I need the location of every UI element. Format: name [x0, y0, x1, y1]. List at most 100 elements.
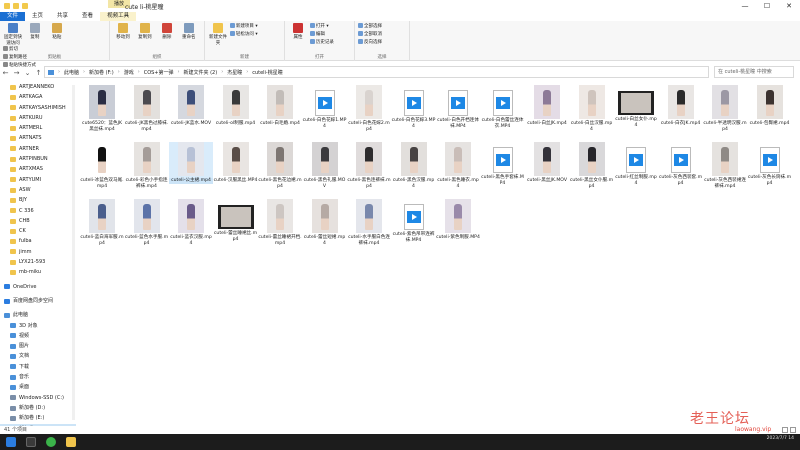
- breadcrumb-segment[interactable]: 新建文件夹 (2): [184, 69, 218, 76]
- file-item[interactable]: cuteli-半透明汉服.mp4: [703, 85, 747, 132]
- start-icon[interactable]: [6, 437, 16, 447]
- file-item[interactable]: cuteli-黑色连裤袜.mp4: [347, 142, 391, 189]
- breadcrumb-segment[interactable]: 游戏: [124, 69, 134, 76]
- easy-access-dropdown[interactable]: 轻松访问 ▾: [229, 31, 276, 39]
- file-item[interactable]: cuteli-白色花嫁1.MP4: [303, 85, 347, 129]
- file-item[interactable]: cuteli-白色开档连体袜.MP4: [436, 85, 480, 129]
- file-item[interactable]: cuteli-ol制服.mp4: [214, 85, 258, 127]
- file-item[interactable]: cuteli-白衣JK.mp4: [659, 85, 703, 127]
- file-item[interactable]: cuteli-JK蓝水.MOV: [169, 85, 213, 127]
- breadcrumb-segment[interactable]: 新加卷 (F:): [89, 69, 114, 76]
- properties-button[interactable]: 属性: [288, 23, 308, 40]
- file-item[interactable]: cuteli-白丝女仆.mp4: [614, 85, 658, 128]
- close-button[interactable]: ✕: [778, 0, 800, 12]
- sidebar-item[interactable]: ARTNER: [0, 144, 76, 154]
- tab-home[interactable]: 主页: [25, 12, 50, 21]
- file-item[interactable]: cuteli-蕾丝睡裙开档.mp4: [258, 199, 302, 246]
- file-item[interactable]: cuteli-白色花嫁3.MP4: [392, 85, 436, 129]
- sidebar-item[interactable]: mb-miku: [0, 267, 76, 277]
- clock[interactable]: 2023/7/7 14: [767, 436, 794, 441]
- sidebar-item[interactable]: BJY: [0, 195, 76, 205]
- sidebar-item[interactable]: ARTKAGA: [0, 92, 76, 102]
- select-none-button[interactable]: 全部取消: [358, 31, 406, 39]
- file-item[interactable]: cuteli-灰色长筒袜.mp4: [748, 142, 792, 186]
- file-item[interactable]: cuteli-蓝衣汉服.mp4: [169, 199, 213, 246]
- tab-file[interactable]: 文件: [0, 12, 26, 21]
- breadcrumb-segment[interactable]: 此电脑: [64, 69, 79, 76]
- sidebar-item[interactable]: ARTKURU: [0, 113, 76, 123]
- forward-arrow-icon[interactable]: →: [11, 69, 22, 77]
- recent-chevron-icon[interactable]: ⌄: [22, 69, 33, 77]
- pin-quick-access-button[interactable]: 固定到快速访问: [3, 23, 23, 46]
- sidebar-item[interactable]: 百度网盘同步空间: [0, 296, 76, 306]
- file-item[interactable]: cuteli-蕾丝睡裙丝.mp4: [214, 199, 258, 242]
- tab-video-tools[interactable]: 视频工具: [100, 12, 137, 21]
- file-item[interactable]: cuteli-黑丝JK.MOV: [525, 142, 569, 184]
- sidebar-item[interactable]: ARTMERL: [0, 123, 76, 133]
- file-item[interactable]: cuteli-灰色西装裙连裤袜.mp4: [703, 142, 747, 189]
- sidebar-item[interactable]: 新加卷 (D:): [0, 403, 76, 413]
- file-item[interactable]: cuteli-黑色花边裙.mp4: [258, 142, 302, 189]
- breadcrumb-separator[interactable]: ›: [118, 69, 120, 75]
- breadcrumb-separator[interactable]: ›: [178, 69, 180, 75]
- sidebar-item[interactable]: 文档: [0, 351, 76, 361]
- file-item[interactable]: cuteli-灰色西装套.mp4: [659, 142, 703, 186]
- file-item[interactable]: cuteli-黑色手套袜.MP4: [481, 142, 525, 186]
- breadcrumb-separator[interactable]: ›: [58, 69, 60, 75]
- sidebar-item[interactable]: ARTKAYSASHIMISH: [0, 103, 76, 113]
- sidebar-item[interactable]: ARTJEANNEKO: [0, 82, 76, 92]
- sidebar-item[interactable]: 视频: [0, 331, 76, 341]
- search-icon[interactable]: [26, 437, 36, 447]
- file-item[interactable]: cuteli-黑丝女仆服.mp4: [570, 142, 614, 189]
- breadcrumb-separator[interactable]: ›: [83, 69, 85, 75]
- file-item[interactable]: cute6520：蓝色JK黑丝袜.mp4: [80, 85, 124, 132]
- large-icons-view-icon[interactable]: [790, 427, 796, 433]
- rename-button[interactable]: 重命名: [179, 23, 199, 40]
- file-item[interactable]: cuteli-蕾丝短裙.mp4: [303, 199, 347, 246]
- sidebar-item[interactable]: 下载: [0, 362, 76, 372]
- sidebar-item[interactable]: 桌面: [0, 382, 76, 392]
- file-item[interactable]: cuteli-红丝制服.mp4: [614, 142, 658, 186]
- file-item[interactable]: cuteli-JK黑色过膝袜.mp4: [125, 85, 169, 132]
- breadcrumb[interactable]: › 此电脑 › 新加卷 (F:) › 游戏 › COS+第一弹 › 新建文件夹 (2) › 杰星瞳 › c…: [44, 66, 709, 78]
- sidebar-item[interactable]: CK: [0, 226, 76, 236]
- chrome-icon[interactable]: [46, 437, 56, 447]
- edit-button[interactable]: 编辑: [309, 31, 350, 39]
- file-explorer-icon[interactable]: [66, 437, 76, 447]
- history-button[interactable]: 历史记录: [309, 39, 350, 47]
- sidebar-item[interactable]: ARTXMAS: [0, 164, 76, 174]
- sidebar-item[interactable]: 新加卷 (E:): [0, 413, 76, 423]
- folder-icon[interactable]: [4, 3, 10, 9]
- file-item[interactable]: cuteli-黑色汉服.mp4: [392, 142, 436, 189]
- sidebar-item[interactable]: ASW: [0, 185, 76, 195]
- file-item[interactable]: cuteli-汉服黑丝.MP4: [214, 142, 258, 184]
- sidebar-item[interactable]: 音乐: [0, 372, 76, 382]
- new-folder-button[interactable]: 新建文件夹: [208, 23, 228, 46]
- open-dropdown[interactable]: 打开 ▾: [309, 23, 350, 31]
- minimize-button[interactable]: —: [734, 0, 756, 12]
- properties-icon[interactable]: [13, 3, 19, 9]
- search-input[interactable]: 在 cuteli-桃星瞳 中搜索: [714, 66, 794, 78]
- file-item[interactable]: cuteli-蓝色水手服.mp4: [125, 199, 169, 246]
- breadcrumb-segment[interactable]: COS+第一弹: [144, 69, 174, 76]
- breadcrumb-separator[interactable]: ›: [221, 69, 223, 75]
- sidebar-item[interactable]: Windows-SSD (C:): [0, 393, 76, 403]
- file-item[interactable]: cuteli-冰蓝色双马尾.mp4: [80, 142, 124, 189]
- sidebar-item[interactable]: 3D 对象: [0, 321, 76, 331]
- tab-view[interactable]: 查看: [75, 12, 100, 21]
- file-item[interactable]: cuteli-紫色吊带连裤袜.MP4: [392, 199, 436, 243]
- file-item[interactable]: cuteli-白丝汉服.mp4: [570, 85, 614, 132]
- sidebar-item[interactable]: OneDrive: [0, 282, 76, 292]
- cut-button[interactable]: 剪切: [3, 46, 43, 54]
- file-item[interactable]: cuteli-蓝白海军服.mp4: [80, 199, 124, 246]
- sidebar-item[interactable]: LYX21-593: [0, 257, 76, 267]
- back-arrow-icon[interactable]: ←: [0, 69, 11, 77]
- invert-selection-button[interactable]: 反向选择: [358, 39, 406, 47]
- file-item[interactable]: cuteli-包臀裙.mp4: [748, 85, 792, 127]
- breadcrumb-segment[interactable]: cuteli-桃星瞳: [252, 69, 283, 76]
- details-view-icon[interactable]: [782, 427, 788, 433]
- sidebar-scrollbar[interactable]: [72, 85, 75, 420]
- file-item[interactable]: cuteli-水手服白色连裤袜.mp4: [347, 199, 391, 246]
- sidebar-item[interactable]: ARTNATS: [0, 133, 76, 143]
- breadcrumb-separator[interactable]: ›: [138, 69, 140, 75]
